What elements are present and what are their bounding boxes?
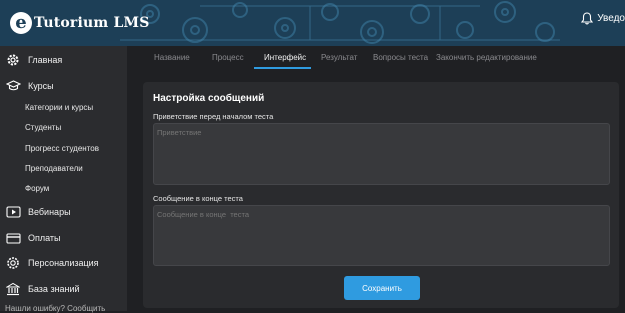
sidebar-item-personalization[interactable]: Персонализация [0,255,127,271]
tab-test-questions[interactable]: Вопросы теста [373,53,428,62]
sidebar-item-label: База знаний [28,284,80,294]
bell-icon [581,12,594,25]
sidebar-item-label: Персонализация [28,258,99,268]
tab-name[interactable]: Название [154,53,190,62]
sidebar-item-label: Курсы [28,81,54,91]
sidebar-item-label: Оплаты [28,233,61,243]
notifications-label: Уведо [597,13,625,24]
sidebar-item-label: Вебинары [28,207,71,217]
logo-mark: e [10,12,32,34]
sidebar-item-webinars[interactable]: Вебинары [0,204,127,220]
sidebar: Главная Курсы Категории и курсы Студенты… [0,46,127,313]
tab-result[interactable]: Результат [321,53,357,62]
credit-card-icon [5,231,21,245]
notifications[interactable]: Уведо [581,12,625,25]
active-tab-indicator [254,67,311,69]
save-button[interactable]: Сохранить [344,276,420,300]
sidebar-item-knowledge-base[interactable]: База знаний [0,281,127,297]
building-icon [5,282,21,296]
sidebar-item-courses[interactable]: Курсы [0,78,127,94]
welcome-message-input[interactable] [153,123,610,185]
tab-bar: Название Процесс Интерфейс Результат Воп… [140,46,625,70]
welcome-message-label: Приветствие перед началом теста [153,112,274,121]
sidebar-item-home[interactable]: Главная [0,52,127,68]
sidebar-subitem-categories[interactable]: Категории и курсы [25,103,93,112]
sidebar-subitem-students[interactable]: Студенты [25,123,61,132]
tab-interface[interactable]: Интерфейс [264,53,306,62]
end-message-label: Сообщение в конце теста [153,194,243,203]
tab-process[interactable]: Процесс [212,53,244,62]
gear-icon [5,53,21,67]
card-title: Настройка сообщений [153,93,265,104]
graduation-cap-icon [5,79,21,93]
message-settings-card: Настройка сообщений Приветствие перед на… [143,82,619,308]
end-message-input[interactable] [153,205,610,266]
logo[interactable]: e Tutorium LMS [10,9,150,37]
video-icon [5,205,21,219]
sidebar-subitem-forum[interactable]: Форум [25,184,49,193]
gear-icon [5,256,21,270]
sidebar-item-payments[interactable]: Оплаты [0,230,127,246]
tab-finish-editing[interactable]: Закончить редактирование [436,53,537,62]
top-header: e Tutorium LMS Уведо [0,0,625,46]
report-bug-link[interactable]: Нашли ошибку? Сообщить [5,304,105,313]
sidebar-subitem-teachers[interactable]: Преподаватели [25,164,83,173]
logo-text: Tutorium LMS [34,15,150,31]
sidebar-subitem-student-progress[interactable]: Прогресс студентов [25,144,99,153]
sidebar-item-label: Главная [28,55,63,65]
